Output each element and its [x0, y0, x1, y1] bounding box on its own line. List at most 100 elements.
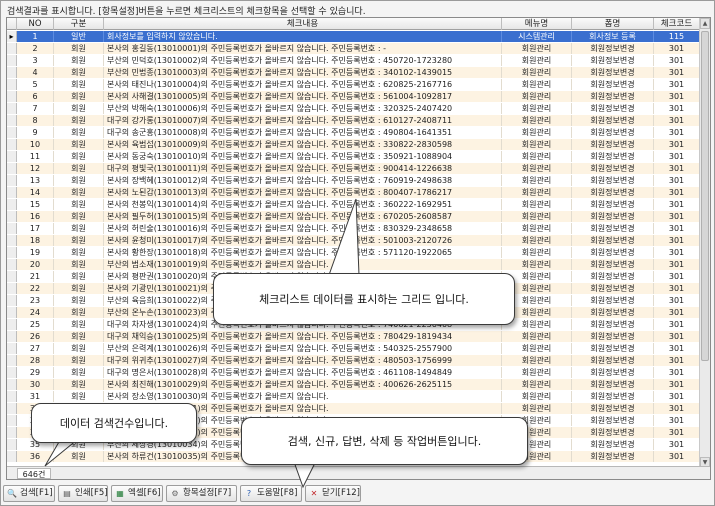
row-indicator[interactable]: [7, 187, 17, 198]
table-row[interactable]: 13 회원 본사의 장백혜(13010012)의 주민등록번호가 올바르지 않습니다…: [7, 175, 700, 186]
vertical-scrollbar[interactable]: ▲ ▼: [699, 18, 710, 469]
cell-menu: 회원관리: [502, 343, 572, 354]
table-row[interactable]: ▸ 1 일반 회사정보를 입력하지 않았습니다. 시스템관리 회사정보 등록 115: [7, 31, 700, 42]
cell-code: 301: [654, 79, 700, 90]
cell-type: 회원: [54, 379, 104, 390]
cell-code: 301: [654, 367, 700, 378]
table-row[interactable]: 29 회원 대구의 명은서(13010028)의 주민등록번호가 올바르지 않습니다…: [7, 367, 700, 378]
table-row[interactable]: 8 회원 대구의 강가롱(13010007)의 주민등록번호가 올바르지 않습니다.…: [7, 115, 700, 126]
row-indicator[interactable]: [7, 295, 17, 306]
cell-menu: 회원관리: [502, 79, 572, 90]
print-button[interactable]: ▤ 인쇄[F5]: [58, 485, 108, 502]
scroll-thumb[interactable]: [701, 31, 709, 361]
row-indicator[interactable]: [7, 43, 17, 54]
row-indicator[interactable]: [7, 451, 17, 462]
row-indicator[interactable]: [7, 247, 17, 258]
row-indicator[interactable]: [7, 283, 17, 294]
table-row[interactable]: 28 회원 대구의 위귀추(13010027)의 주민등록번호가 올바르지 않습니다…: [7, 355, 700, 366]
row-indicator[interactable]: [7, 163, 17, 174]
cell-code: 301: [654, 199, 700, 210]
table-row[interactable]: 10 회원 본사의 육범섭(13010009)의 주민등록번호가 올바르지 않습니다…: [7, 139, 700, 150]
cell-no: 13: [17, 175, 54, 186]
row-indicator[interactable]: [7, 259, 17, 270]
row-indicator[interactable]: [7, 319, 17, 330]
table-row[interactable]: 2 회원 본사의 홍길동(13010001)의 주민등록번호가 올바르지 않습니다.…: [7, 43, 700, 54]
scroll-up-icon[interactable]: ▲: [700, 18, 710, 29]
table-row[interactable]: 11 회원 본사의 동궁숙(13010010)의 주민등록번호가 올바르지 않습니다…: [7, 151, 700, 162]
settings-button[interactable]: ⚙ 항목설정[F7]: [166, 485, 237, 502]
row-indicator[interactable]: ▸: [7, 31, 17, 42]
cell-form: 회원정보변경: [572, 295, 654, 306]
row-indicator[interactable]: [7, 331, 17, 342]
cell-menu: 회원관리: [502, 115, 572, 126]
row-indicator[interactable]: [7, 115, 17, 126]
row-indicator[interactable]: [7, 175, 17, 186]
row-indicator[interactable]: [7, 307, 17, 318]
table-row[interactable]: 5 회원 본사의 태진나(13010004)의 주민등록번호가 올바르지 않습니다.…: [7, 79, 700, 90]
cell-content: 본사의 최진해(13010029)의 주민등록번호가 올바르지 않습니다. 주민…: [104, 379, 502, 390]
cell-form: 회사정보 등록: [572, 31, 654, 42]
column-header-menu[interactable]: 메뉴명: [502, 18, 572, 30]
excel-button[interactable]: ▦ 엑셀[F6]: [111, 485, 163, 502]
cell-no: 29: [17, 367, 54, 378]
row-indicator[interactable]: [7, 415, 17, 426]
cell-menu: 회원관리: [502, 127, 572, 138]
cell-code: 301: [654, 403, 700, 414]
cell-code: 115: [654, 31, 700, 42]
row-indicator[interactable]: [7, 211, 17, 222]
row-indicator[interactable]: [7, 127, 17, 138]
cell-menu: 회원관리: [502, 103, 572, 114]
table-row[interactable]: 7 회원 부산의 박해숙(13010006)의 주민등록번호가 올바르지 않습니다.…: [7, 103, 700, 114]
toolbar-button-label: 인쇄[F5]: [75, 488, 108, 498]
table-row[interactable]: 27 회원 부산의 은력계(13010026)의 주민등록번호가 올바르지 않습니다…: [7, 343, 700, 354]
row-indicator[interactable]: [7, 199, 17, 210]
row-indicator[interactable]: [7, 379, 17, 390]
cell-code: 301: [654, 139, 700, 150]
row-indicator[interactable]: [7, 103, 17, 114]
table-row[interactable]: 4 회원 부산의 민법종(13010003)의 주민등록번호가 올바르지 않습니다.…: [7, 67, 700, 78]
row-indicator[interactable]: [7, 151, 17, 162]
table-row[interactable]: 3 회원 부산의 민덕호(13010002)의 주민등록번호가 올바르지 않습니다.…: [7, 55, 700, 66]
table-row[interactable]: 26 회원 대구의 채익승(13010025)의 주민등록번호가 올바르지 않습니다…: [7, 331, 700, 342]
column-header-no[interactable]: NO: [17, 18, 54, 30]
row-indicator[interactable]: [7, 343, 17, 354]
row-indicator[interactable]: [7, 55, 17, 66]
row-indicator[interactable]: [7, 427, 17, 438]
cell-content: 부산의 박해숙(13010006)의 주민등록번호가 올바르지 않습니다. 주민…: [104, 103, 502, 114]
settings-icon: ⚙: [171, 489, 179, 498]
column-header-content[interactable]: 체크내용: [104, 18, 502, 30]
cell-code: 301: [654, 307, 700, 318]
cell-code: 301: [654, 331, 700, 342]
cell-code: 301: [654, 55, 700, 66]
cell-content: 부산의 민법종(13010003)의 주민등록번호가 올바르지 않습니다. 주민…: [104, 67, 502, 78]
cell-type: 회원: [54, 319, 104, 330]
cell-code: 301: [654, 223, 700, 234]
row-indicator[interactable]: [7, 67, 17, 78]
table-row[interactable]: 31 회원 본사의 장소영(13010030)의 주민등록번호가 올바르지 않습니다…: [7, 391, 700, 402]
row-indicator[interactable]: [7, 355, 17, 366]
row-indicator[interactable]: [7, 391, 17, 402]
row-indicator[interactable]: [7, 403, 17, 414]
cell-menu: 회원관리: [502, 187, 572, 198]
table-row[interactable]: 30 회원 본사의 최진해(13010029)의 주민등록번호가 올바르지 않습니다…: [7, 379, 700, 390]
table-row[interactable]: 12 회원 대구의 평빛국(13010011)의 주민등록번호가 올바르지 않습니다…: [7, 163, 700, 174]
table-row[interactable]: 6 회원 본사의 사해결(13010005)의 주민등록번호가 올바르지 않습니다.…: [7, 91, 700, 102]
cell-form: 회원정보변경: [572, 271, 654, 282]
row-indicator[interactable]: [7, 139, 17, 150]
cell-type: 회원: [54, 115, 104, 126]
row-indicator[interactable]: [7, 271, 17, 282]
row-indicator[interactable]: [7, 235, 17, 246]
table-row[interactable]: 9 회원 대구의 송군홍(13010008)의 주민등록번호가 올바르지 않습니다.…: [7, 127, 700, 138]
row-indicator[interactable]: [7, 91, 17, 102]
row-indicator[interactable]: [7, 79, 17, 90]
row-indicator[interactable]: [7, 367, 17, 378]
checklist-window: 검색결과를 표시합니다. [항목설정]버튼을 누르면 체크리스트의 체크항목을 …: [0, 0, 715, 506]
row-indicator[interactable]: [7, 223, 17, 234]
column-header-form[interactable]: 폼명: [572, 18, 654, 30]
cell-no: 14: [17, 187, 54, 198]
column-header-type[interactable]: 구분: [54, 18, 104, 30]
row-indicator[interactable]: [7, 439, 17, 450]
cell-code: 301: [654, 355, 700, 366]
column-header-code[interactable]: 체크코드: [654, 18, 700, 30]
search-button[interactable]: 🔍 검색[F1]: [3, 485, 55, 502]
